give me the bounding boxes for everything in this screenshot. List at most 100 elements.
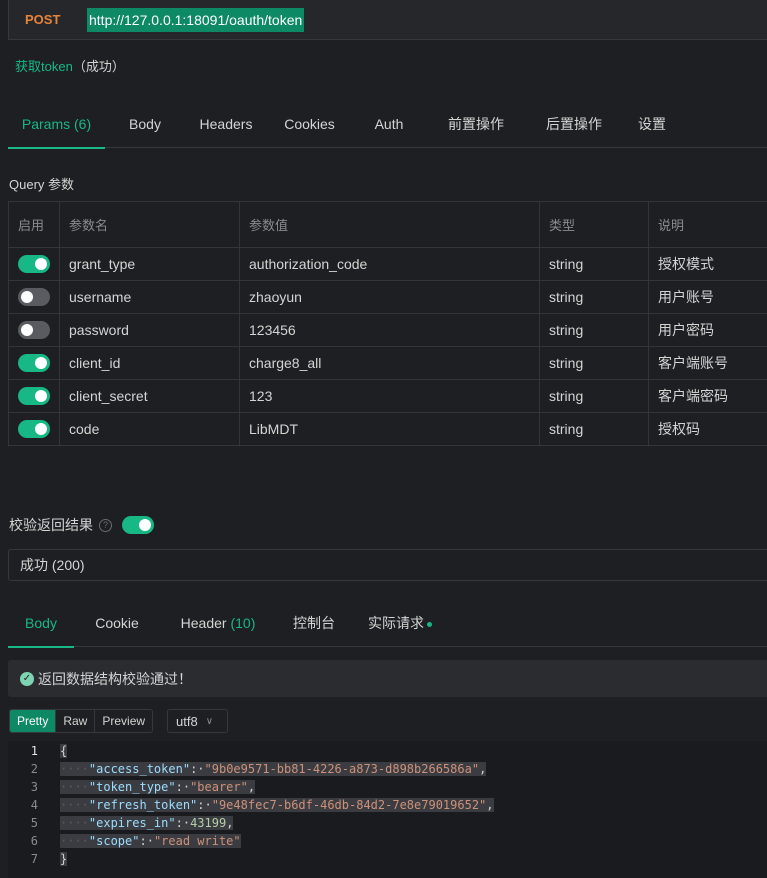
code-line: 2 ····"access_token":·"9b0e9571-bb81-422… bbox=[8, 760, 767, 778]
encoding-select[interactable]: utf8 ∨ bbox=[167, 709, 228, 733]
enable-toggle[interactable] bbox=[18, 288, 50, 307]
param-value-cell[interactable]: 123456 bbox=[239, 313, 540, 347]
param-name-cell[interactable]: username bbox=[59, 280, 240, 314]
view-mode-tabs: Pretty Raw Preview bbox=[9, 709, 154, 733]
enable-toggle[interactable] bbox=[18, 387, 50, 406]
response-body-viewer[interactable]: 1 { 2 ····"access_token":·"9b0e9571-bb81… bbox=[8, 741, 767, 878]
tab-cookies[interactable]: Cookies bbox=[267, 100, 352, 148]
view-raw-button[interactable]: Raw bbox=[56, 710, 96, 732]
param-type-cell[interactable]: string bbox=[539, 379, 649, 413]
enable-toggle[interactable] bbox=[18, 321, 50, 340]
params-table: 启用 参数名 参数值 类型 说明 grant_type authorizatio… bbox=[8, 201, 767, 446]
line-number: 7 bbox=[30, 852, 38, 866]
json-key: "refresh_token" bbox=[88, 798, 198, 812]
status-dot-icon bbox=[427, 621, 432, 627]
question-icon[interactable]: ? bbox=[99, 518, 112, 532]
validate-toggle[interactable] bbox=[122, 516, 154, 534]
code-line: 3 ····"token_type":·"bearer", bbox=[8, 778, 767, 796]
param-name-cell[interactable]: client_id bbox=[59, 346, 240, 380]
view-preview-button[interactable]: Preview bbox=[95, 710, 152, 732]
param-desc-cell[interactable]: 客户端密码 bbox=[648, 379, 767, 413]
url-bar: POST http://127.0.0.1:18091/oauth/token bbox=[8, 0, 767, 40]
param-desc-cell[interactable]: 客户端账号 bbox=[648, 346, 767, 380]
col-description: 说明 bbox=[648, 201, 767, 248]
tab-post-operations[interactable]: 后置操作 bbox=[526, 100, 622, 148]
param-value-cell[interactable]: zhaoyun bbox=[239, 280, 540, 314]
code-line: 4 ····"refresh_token":·"9e48fec7-b6df-46… bbox=[8, 796, 767, 814]
tab-console[interactable]: 控制台 bbox=[276, 599, 352, 647]
tab-response-cookie[interactable]: Cookie bbox=[74, 599, 160, 647]
enable-toggle[interactable] bbox=[18, 420, 50, 439]
json-key: "token_type" bbox=[88, 780, 176, 794]
request-name-status: （成功） bbox=[72, 59, 125, 74]
table-row: client_id charge8_all string 客户端账号 bbox=[8, 346, 767, 380]
open-brace: { bbox=[60, 744, 68, 758]
request-tabs: Params (6) Body Headers Cookies Auth 前置操… bbox=[8, 100, 767, 149]
validate-label: 校验返回结果 bbox=[9, 517, 93, 533]
tab-pre-operations[interactable]: 前置操作 bbox=[426, 100, 526, 148]
tab-response-header[interactable]: Header (10) bbox=[160, 599, 276, 647]
query-params-label: Query 参数 bbox=[9, 177, 75, 192]
param-value-cell[interactable]: LibMDT bbox=[239, 412, 540, 446]
param-name-cell[interactable]: grant_type bbox=[59, 247, 240, 281]
table-header-row: 启用 参数名 参数值 类型 说明 bbox=[8, 201, 767, 248]
param-value-cell[interactable]: charge8_all bbox=[239, 346, 540, 380]
close-brace: } bbox=[60, 852, 68, 866]
code-line: 1 { bbox=[8, 742, 767, 760]
request-name: 获取token（成功） bbox=[15, 56, 125, 75]
param-type-cell[interactable]: string bbox=[539, 346, 649, 380]
encoding-value: utf8 bbox=[176, 713, 198, 729]
param-value-cell[interactable]: 123 bbox=[239, 379, 540, 413]
chevron-down-icon: ∨ bbox=[205, 715, 214, 727]
param-type-cell[interactable]: string bbox=[539, 412, 649, 446]
json-key: "scope" bbox=[88, 834, 140, 848]
json-key: "access_token" bbox=[88, 762, 191, 776]
status-select[interactable]: 成功 (200) bbox=[8, 549, 767, 581]
param-name-cell[interactable]: code bbox=[59, 412, 240, 446]
tab-headers[interactable]: Headers bbox=[185, 100, 267, 148]
param-type-cell[interactable]: string bbox=[539, 280, 649, 314]
col-enabled: 启用 bbox=[8, 201, 60, 248]
table-row: password 123456 string 用户密码 bbox=[8, 313, 767, 347]
param-name-cell[interactable]: password bbox=[59, 313, 240, 347]
tab-body[interactable]: Body bbox=[105, 100, 185, 148]
json-value: "9b0e9571-bb81-4226-a873-d898b266586a" bbox=[204, 762, 480, 776]
tab-actual-request[interactable]: 实际请求 bbox=[352, 599, 448, 647]
json-value: "9e48fec7-b6df-46db-84d2-7e8e79019652" bbox=[211, 798, 487, 812]
param-desc-cell[interactable]: 用户账号 bbox=[648, 280, 767, 314]
json-value: "read write" bbox=[153, 834, 241, 848]
validation-message: 返回数据结构校验通过！ bbox=[38, 670, 192, 687]
line-number: 5 bbox=[30, 816, 38, 830]
param-value-cell[interactable]: authorization_code bbox=[239, 247, 540, 281]
enable-toggle[interactable] bbox=[18, 255, 50, 274]
param-type-cell[interactable]: string bbox=[539, 247, 649, 281]
json-key: "expires_in" bbox=[88, 816, 176, 830]
validation-message-bar: ✓ 返回数据结构校验通过！ bbox=[8, 660, 767, 697]
table-row: grant_type authorization_code string 授权模… bbox=[8, 247, 767, 281]
method-select[interactable]: POST bbox=[9, 12, 87, 27]
view-pretty-button[interactable]: Pretty bbox=[10, 710, 57, 732]
col-param-value: 参数值 bbox=[239, 201, 540, 248]
status-value: 成功 (200) bbox=[20, 557, 85, 573]
tab-settings[interactable]: 设置 bbox=[622, 100, 682, 148]
tab-actual-request-label: 实际请求 bbox=[368, 615, 424, 631]
json-value: "bearer" bbox=[190, 780, 248, 794]
check-circle-icon: ✓ bbox=[20, 671, 34, 686]
param-desc-cell[interactable]: 授权模式 bbox=[648, 247, 767, 281]
request-name-label[interactable]: 获取token bbox=[15, 59, 73, 74]
param-desc-cell[interactable]: 授权码 bbox=[648, 412, 767, 446]
code-line: 7 } bbox=[8, 850, 767, 868]
param-desc-cell[interactable]: 用户密码 bbox=[648, 313, 767, 347]
tab-response-body[interactable]: Body bbox=[8, 599, 74, 648]
param-name-cell[interactable]: client_secret bbox=[59, 379, 240, 413]
enable-toggle[interactable] bbox=[18, 354, 50, 373]
col-param-name: 参数名 bbox=[59, 201, 240, 248]
table-row: username zhaoyun string 用户账号 bbox=[8, 280, 767, 314]
line-number: 2 bbox=[30, 762, 38, 776]
json-value: 43199 bbox=[190, 816, 227, 830]
tab-auth[interactable]: Auth bbox=[352, 100, 426, 148]
tab-params[interactable]: Params (6) bbox=[8, 100, 105, 149]
param-type-cell[interactable]: string bbox=[539, 313, 649, 347]
line-number: 1 bbox=[30, 744, 38, 758]
url-input[interactable]: http://127.0.0.1:18091/oauth/token bbox=[87, 7, 305, 32]
